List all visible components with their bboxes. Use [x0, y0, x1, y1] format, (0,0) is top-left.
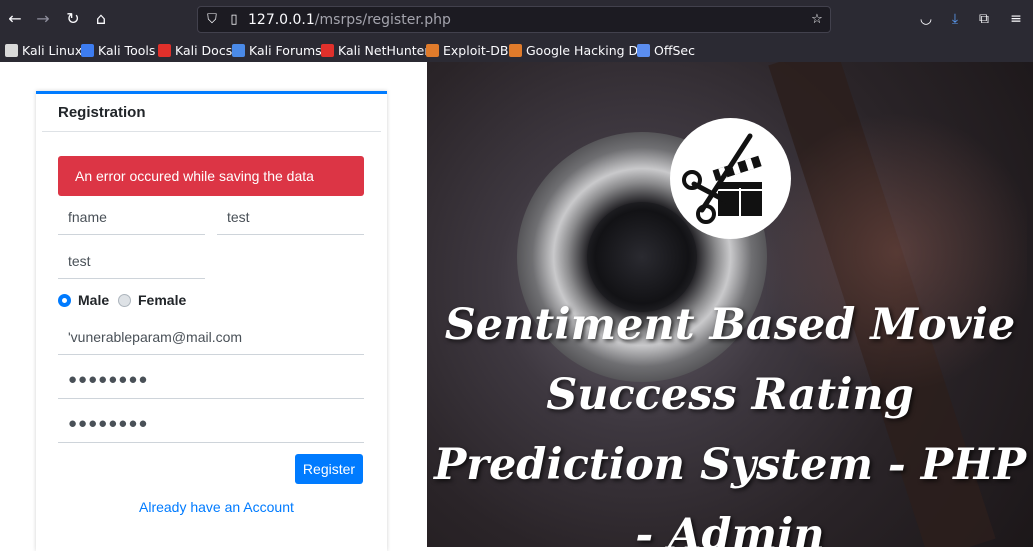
email-value: 'vunerableparam@mail.com	[68, 329, 243, 345]
gender-male-label: Male	[78, 292, 110, 308]
bookmark-offsec[interactable]: OffSec	[637, 41, 695, 59]
url-path: /msrps/register.php	[314, 12, 451, 28]
kali-nethunter-icon	[321, 43, 334, 57]
bookmarks-bar: Kali Linux Kali Tools Kali Docs Kali For…	[0, 38, 1033, 62]
bookmark-star-icon[interactable]: ☆	[808, 11, 826, 29]
bookmark-exploit-db[interactable]: Exploit-DB	[426, 41, 508, 59]
registration-panel: Registration An error occured while savi…	[0, 62, 427, 551]
first-name-value: fname	[68, 209, 107, 225]
error-alert: An error occured while saving the data	[58, 156, 364, 196]
bookmark-label: Exploit-DB	[443, 42, 509, 58]
password-value: ●●●●●●●●	[68, 371, 149, 388]
url-bar[interactable]: ⛉ ▯ 127.0.0.1/msrps/register.php ☆	[197, 6, 831, 33]
radio-unchecked-icon[interactable]	[118, 293, 131, 307]
bookmark-label: Kali Tools	[98, 42, 156, 58]
url-host: 127.0.0.1	[248, 12, 315, 28]
clapperboard-scissors-icon	[682, 133, 762, 224]
bookmark-kali-forums[interactable]: Kali Forums	[232, 41, 322, 59]
card-header: Registration	[42, 94, 381, 132]
bookmark-google-hacking-db[interactable]: Google Hacking DB	[509, 41, 647, 59]
google-hacking-db-icon	[509, 43, 522, 57]
password-input[interactable]: ●●●●●●●●	[58, 361, 364, 399]
page-icon[interactable]: ▯	[225, 11, 243, 29]
logo	[670, 118, 791, 239]
back-icon[interactable]: ←	[5, 9, 25, 29]
exploit-db-icon	[426, 43, 439, 57]
gender-female-radio[interactable]: Female	[118, 292, 186, 308]
reload-icon[interactable]: ↻	[63, 9, 83, 29]
gender-male-radio[interactable]: Male	[58, 292, 109, 308]
gender-female-label: Female	[138, 292, 187, 308]
confirm-password-value: ●●●●●●●●	[68, 415, 149, 432]
bookmark-label: Kali NetHunter	[338, 42, 430, 58]
menu-icon[interactable]: ≡	[1006, 9, 1026, 29]
forward-icon[interactable]: →	[33, 9, 53, 29]
bookmark-kali-nethunter[interactable]: Kali NetHunter	[321, 41, 429, 59]
page: Registration An error occured while savi…	[0, 62, 1033, 551]
bookmark-label: Google Hacking DB	[526, 42, 647, 58]
bookmark-kali-tools[interactable]: Kali Tools	[81, 41, 155, 59]
hero-background: Sentiment Based Movie Success Rating Pre…	[427, 62, 1033, 547]
bookmark-kali-docs[interactable]: Kali Docs	[158, 41, 232, 59]
url-text: 127.0.0.1/msrps/register.php	[248, 12, 451, 28]
bookmark-label: OffSec	[654, 42, 695, 58]
kali-tools-icon	[81, 43, 94, 57]
card-title: Registration	[58, 104, 146, 121]
browser-toolbar: ← → ↻ ⌂ ⛉ ▯ 127.0.0.1/msrps/register.php…	[0, 0, 1033, 38]
radio-checked-icon[interactable]	[58, 293, 71, 307]
pocket-icon[interactable]: ◡	[916, 9, 936, 29]
login-link[interactable]: Already have an Account	[139, 499, 294, 515]
home-icon[interactable]: ⌂	[91, 9, 111, 29]
extensions-icon[interactable]: ⧉	[974, 9, 994, 29]
middle-name-input[interactable]: test	[217, 197, 364, 235]
first-name-input[interactable]: fname	[58, 197, 205, 235]
offsec-icon	[637, 43, 650, 57]
kali-linux-icon	[5, 43, 18, 57]
register-button[interactable]: Register	[295, 454, 363, 484]
middle-name-value: test	[227, 209, 250, 225]
download-icon[interactable]: ⤓	[945, 9, 965, 29]
last-name-value: test	[68, 253, 91, 269]
registration-card: Registration An error occured while savi…	[36, 91, 387, 551]
kali-forums-icon	[232, 43, 245, 57]
email-input[interactable]: 'vunerableparam@mail.com	[58, 317, 364, 355]
bookmark-label: Kali Linux	[22, 42, 83, 58]
kali-docs-icon	[158, 43, 171, 57]
hero-headline: Sentiment Based Movie Success Rating Pre…	[433, 300, 1027, 547]
confirm-password-input[interactable]: ●●●●●●●●	[58, 405, 364, 443]
shield-icon[interactable]: ⛉	[203, 11, 221, 29]
bookmark-label: Kali Forums	[249, 42, 322, 58]
bookmark-kali-linux[interactable]: Kali Linux	[5, 41, 82, 59]
bookmark-label: Kali Docs	[175, 42, 233, 58]
last-name-input[interactable]: test	[58, 241, 205, 279]
